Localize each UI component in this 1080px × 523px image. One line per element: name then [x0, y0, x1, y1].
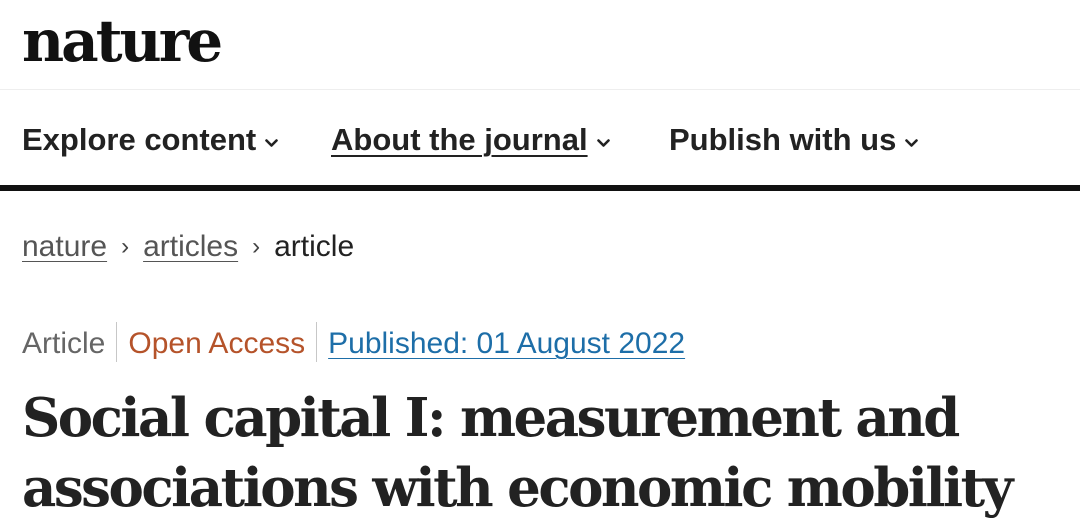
breadcrumb-item-current: article — [274, 230, 355, 263]
breadcrumb-item-articles[interactable]: articles — [143, 230, 238, 263]
breadcrumb-item-nature[interactable]: nature — [22, 230, 107, 263]
nature-logo[interactable]: nature — [22, 6, 223, 76]
open-access-badge: Open Access — [128, 327, 306, 360]
main-nav: Explore content About the journal Publis… — [0, 91, 1080, 185]
masthead: nature — [0, 0, 1080, 90]
chevron-down-icon — [596, 119, 610, 157]
nav-about-journal-label: About the journal — [331, 122, 588, 157]
article-title: Social capital I: measurement and associ… — [22, 387, 1013, 519]
meta-divider — [116, 322, 118, 363]
chevron-right-icon: › — [121, 233, 130, 260]
chevron-down-icon — [905, 119, 919, 157]
nav-about-journal[interactable]: About the journal — [331, 121, 610, 161]
nav-publish-with-us[interactable]: Publish with us — [669, 119, 919, 161]
nav-explore-content[interactable]: Explore content — [22, 119, 279, 161]
nav-publish-with-us-label: Publish with us — [669, 122, 897, 157]
published-date-link[interactable]: Published: 01 August 2022 — [328, 327, 685, 360]
nav-explore-content-label: Explore content — [22, 122, 257, 157]
meta-divider — [316, 322, 318, 363]
article-type: Article — [22, 327, 106, 360]
breadcrumb: nature › articles › article — [22, 228, 354, 268]
article-meta: Article Open Access Published: 01 August 2… — [22, 322, 685, 365]
chevron-down-icon — [265, 119, 279, 157]
nav-divider — [0, 185, 1080, 191]
chevron-right-icon: › — [252, 233, 261, 260]
